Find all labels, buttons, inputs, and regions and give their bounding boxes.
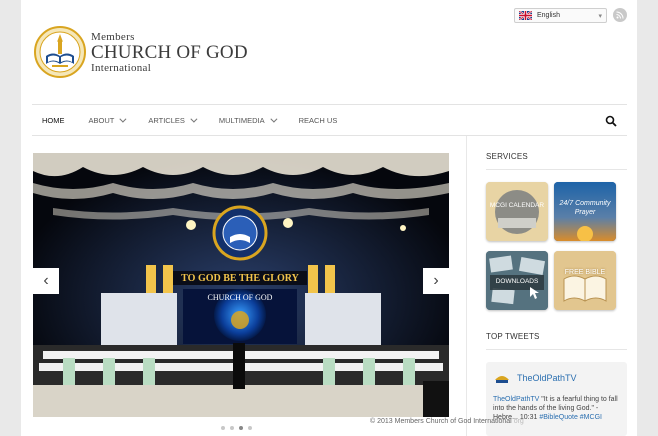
slide-image: TO GOD BE THE GLORY CHURCH OF GOD: [33, 153, 449, 417]
service-tile-bible[interactable]: FREE BIBLE: [554, 251, 616, 310]
site-logo[interactable]: Members CHURCH OF GOD International: [91, 32, 248, 75]
rss-icon[interactable]: [613, 8, 627, 22]
tweet-hashtags[interactable]: #BibleQuote #MCGI: [539, 414, 602, 421]
nav-home[interactable]: HOME: [42, 105, 65, 135]
top-tweets-heading: TOP TWEETS: [486, 332, 540, 341]
chevron-down-icon: [190, 115, 198, 123]
service-tile-downloads[interactable]: DOWNLOADS: [486, 251, 548, 310]
tweet-user-link[interactable]: TheOldPathTV: [493, 396, 539, 403]
nav-reach-us-label: REACH US: [298, 115, 338, 125]
chevron-down-icon: ▾: [598, 13, 602, 20]
nav-articles-label: ARTICLES: [148, 115, 185, 125]
footer-copyright: © 2013 Members Church of God Internation…: [370, 418, 524, 425]
slider-next-button[interactable]: ›: [423, 268, 449, 294]
chevron-right-icon: ›: [433, 272, 439, 289]
bible-icon: [554, 251, 616, 310]
hero-slider[interactable]: TO GOD BE THE GLORY CHURCH OF GOD ‹ ›: [33, 153, 449, 417]
slider-dot-active[interactable]: [239, 426, 243, 430]
slider-dot[interactable]: [248, 426, 252, 430]
nav-home-label: HOME: [42, 115, 65, 125]
nav-about[interactable]: ABOUT: [88, 105, 127, 135]
nav-multimedia-label: MULTIMEDIA: [218, 115, 265, 125]
service-prayer-label: 24/7 Community Prayer: [559, 200, 611, 216]
nav-articles[interactable]: ARTICLES: [148, 105, 198, 135]
chevron-down-icon: [119, 115, 127, 123]
service-tile-prayer[interactable]: 24/7 Community Prayer: [554, 182, 616, 241]
sidebar-divider: [466, 136, 467, 436]
slider-prev-button[interactable]: ‹: [33, 268, 59, 294]
old-path-logo-icon[interactable]: [494, 372, 510, 384]
slide-banner-text: TO GOD BE THE GLORY: [181, 273, 299, 284]
divider: [486, 349, 627, 350]
calendar-icon: [486, 182, 548, 241]
slider-dot[interactable]: [221, 426, 225, 430]
logo-line-international: International: [91, 62, 152, 74]
divider: [486, 169, 627, 170]
chevron-down-icon: [269, 115, 278, 123]
search-icon[interactable]: [605, 115, 617, 127]
service-calendar-label: MCGI CALENDAR: [489, 202, 545, 209]
services-heading: SERVICES: [486, 152, 528, 161]
nav-multimedia[interactable]: MULTIMEDIA: [218, 105, 278, 135]
tweet-username[interactable]: TheOldPathTV: [517, 373, 577, 383]
nav-reach-us[interactable]: REACH US: [299, 105, 338, 135]
language-select[interactable]: English ▾: [514, 8, 607, 23]
page: English ▾ Members CHURCH OF GOD Internat…: [21, 0, 637, 436]
uk-flag-icon: [519, 11, 532, 20]
service-downloads-label: DOWNLOADS: [495, 278, 539, 285]
slide-screen-text: CHURCH OF GOD: [208, 293, 273, 302]
slider-dots: [221, 426, 252, 430]
language-label: English: [537, 12, 560, 19]
copyright-text: © 2013 Members Church of God Internation…: [370, 418, 512, 425]
service-bible-label: FREE BIBLE: [564, 269, 606, 276]
slider-dot[interactable]: [230, 426, 234, 430]
church-logo-icon[interactable]: [34, 26, 86, 78]
footer-tail-text: org: [513, 418, 524, 425]
nav-about-label: ABOUT: [88, 115, 115, 125]
logo-line-church: CHURCH OF GOD: [91, 42, 248, 63]
chevron-left-icon: ‹: [43, 272, 49, 289]
main-nav: HOME ABOUT ARTICLES MULTIMEDIA REACH US: [32, 104, 627, 136]
service-tile-calendar[interactable]: MCGI CALENDAR: [486, 182, 548, 241]
